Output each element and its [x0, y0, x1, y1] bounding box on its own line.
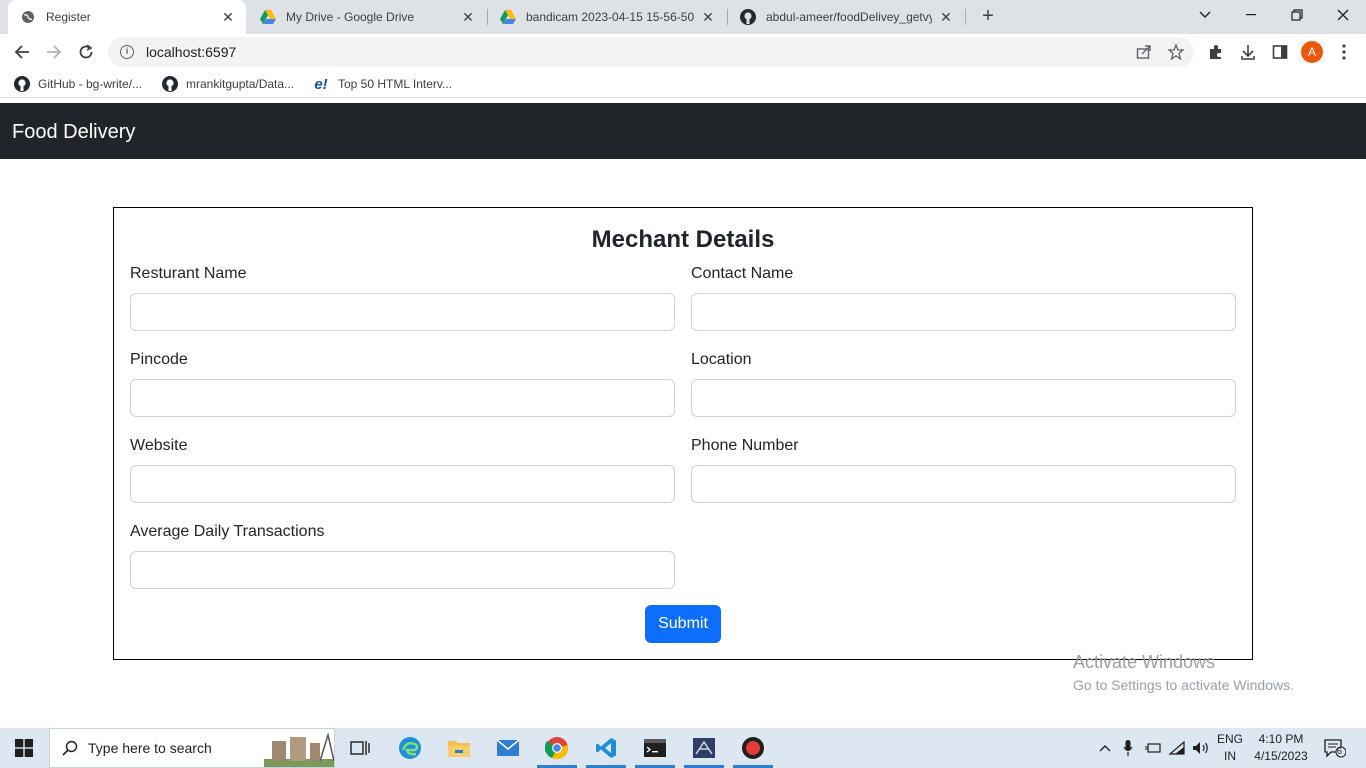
close-window-icon[interactable]	[1320, 0, 1366, 30]
site-navbar: Food Delivery	[0, 103, 1366, 159]
bookmarks-bar: GitHub - bg-write/... mrankitgupta/Data.…	[0, 70, 1366, 98]
edge-icon[interactable]	[386, 728, 434, 768]
minimize-icon[interactable]	[1228, 0, 1274, 30]
avg-daily-transactions-label: Average Daily Transactions	[130, 523, 325, 540]
language-code: ENG	[1216, 732, 1243, 746]
address-bar[interactable]: i localhost:6597	[108, 37, 1194, 67]
bookmark-star-icon[interactable]	[1166, 42, 1186, 62]
clock-date: 4/15/2023	[1254, 749, 1308, 763]
new-tab-button[interactable]: +	[976, 4, 1000, 28]
tab-github-repo[interactable]: abdul-ameer/foodDelivey_getvy ✕	[728, 0, 964, 34]
bookmark-label: Top 50 HTML Interv...	[338, 77, 453, 91]
activate-windows-heading: Activate Windows	[1073, 652, 1216, 672]
globe-icon	[20, 9, 36, 25]
tab-close-icon[interactable]: ✕	[938, 9, 954, 26]
website-input[interactable]	[130, 465, 675, 503]
task-view-icon[interactable]	[336, 728, 384, 768]
phone-number-input[interactable]	[691, 465, 1236, 503]
browser-tab-strip: Register ✕ My Drive - Google Drive ✕ ban…	[0, 0, 1366, 34]
sql-server-icon[interactable]	[680, 728, 728, 768]
tab-title: Register	[46, 10, 91, 24]
vscode-icon[interactable]	[582, 728, 630, 768]
form-title: Mechant Details	[591, 226, 775, 253]
windows-taskbar: Type here to search ENG IN 4:10 PM 4/15/…	[0, 728, 1366, 768]
wifi-icon[interactable]	[1166, 728, 1188, 768]
tab-google-drive[interactable]: My Drive - Google Drive ✕	[248, 0, 486, 34]
bookmark-mrankitgupta[interactable]: mrankitgupta/Data...	[162, 74, 294, 94]
phone-number-label: Phone Number	[691, 437, 799, 454]
terminal-icon[interactable]	[631, 728, 679, 768]
bookmark-label: GitHub - bg-write/...	[38, 77, 143, 91]
restaurant-name-label: Resturant Name	[130, 265, 247, 282]
mail-icon[interactable]	[484, 728, 532, 768]
volume-icon[interactable]	[1190, 728, 1212, 768]
site-info-icon[interactable]: i	[120, 45, 134, 59]
activate-windows-subtext: Go to Settings to activate Windows.	[1073, 677, 1294, 693]
bookmark-github-bg-write[interactable]: GitHub - bg-write/...	[14, 74, 142, 94]
tab-search-icon[interactable]	[1182, 0, 1228, 30]
back-icon[interactable]	[10, 40, 34, 64]
file-explorer-icon[interactable]	[435, 728, 483, 768]
battery-power-icon[interactable]	[1142, 728, 1164, 768]
github-icon	[162, 76, 178, 92]
tab-close-icon[interactable]: ✕	[220, 9, 236, 26]
tab-separator	[965, 9, 966, 25]
reload-icon[interactable]	[74, 40, 98, 64]
clock-time: 4:10 PM	[1258, 732, 1304, 746]
tab-bandicam[interactable]: bandicam 2023-04-15 15-56-50- ✕	[488, 0, 726, 34]
chrome-icon[interactable]	[533, 728, 581, 768]
forward-icon[interactable]	[42, 40, 66, 64]
github-icon	[14, 76, 30, 92]
edureka-icon: e!	[314, 75, 328, 93]
profile-avatar[interactable]: A	[1301, 41, 1323, 63]
microphone-icon[interactable]	[1118, 728, 1138, 768]
bandicam-record-icon[interactable]	[729, 728, 777, 768]
bookmark-label: mrankitgupta/Data...	[186, 77, 295, 91]
tab-title: bandicam 2023-04-15 15-56-50-	[526, 10, 694, 24]
pincode-label: Pincode	[130, 351, 188, 368]
google-drive-icon	[260, 9, 276, 25]
tab-title: My Drive - Google Drive	[286, 10, 415, 24]
bookmark-html-interview[interactable]: e! Top 50 HTML Interv...	[312, 74, 452, 94]
download-icon[interactable]	[1238, 42, 1258, 62]
search-icon	[62, 740, 78, 756]
navbar-brand[interactable]: Food Delivery	[12, 121, 135, 144]
tab-register[interactable]: Register ✕	[8, 0, 246, 34]
show-hidden-icons-chevron-icon[interactable]	[1094, 728, 1116, 768]
website-label: Website	[130, 437, 188, 454]
windows-start-icon[interactable]	[0, 728, 48, 768]
taskbar-search-box[interactable]: Type here to search	[49, 728, 335, 768]
submit-button[interactable]: Submit	[645, 605, 721, 643]
tab-close-icon[interactable]: ✕	[700, 9, 716, 26]
region-code: IN	[1224, 749, 1236, 763]
tab-close-icon[interactable]: ✕	[460, 9, 476, 26]
menu-kebab-icon[interactable]	[1334, 42, 1354, 62]
location-input[interactable]	[691, 379, 1236, 417]
search-highlight-image	[264, 731, 334, 767]
search-placeholder: Type here to search	[88, 740, 212, 756]
location-label: Location	[691, 351, 752, 368]
notification-center-icon[interactable]: 6	[1320, 728, 1350, 768]
github-icon	[740, 9, 756, 25]
contact-name-input[interactable]	[691, 293, 1236, 331]
merchant-form-card: Mechant Details Resturant Name Contact N…	[113, 207, 1253, 660]
pincode-input[interactable]	[130, 379, 675, 417]
restore-icon[interactable]	[1274, 0, 1320, 30]
url-text: localhost:6597	[146, 44, 237, 60]
side-panel-icon[interactable]	[1270, 42, 1290, 62]
contact-name-label: Contact Name	[691, 265, 794, 282]
browser-toolbar: i localhost:6597 A	[0, 34, 1366, 70]
taskbar-clock[interactable]: 4:10 PM 4/15/2023	[1252, 731, 1310, 765]
language-indicator[interactable]: ENG IN	[1216, 731, 1244, 765]
google-drive-icon	[500, 9, 516, 25]
restaurant-name-input[interactable]	[130, 293, 675, 331]
extensions-icon[interactable]	[1206, 42, 1226, 62]
notification-count: 6	[1337, 746, 1343, 756]
tab-title: abdul-ameer/foodDelivey_getvy	[766, 10, 932, 24]
avg-daily-transactions-input[interactable]	[130, 551, 675, 589]
share-icon[interactable]	[1134, 42, 1154, 62]
